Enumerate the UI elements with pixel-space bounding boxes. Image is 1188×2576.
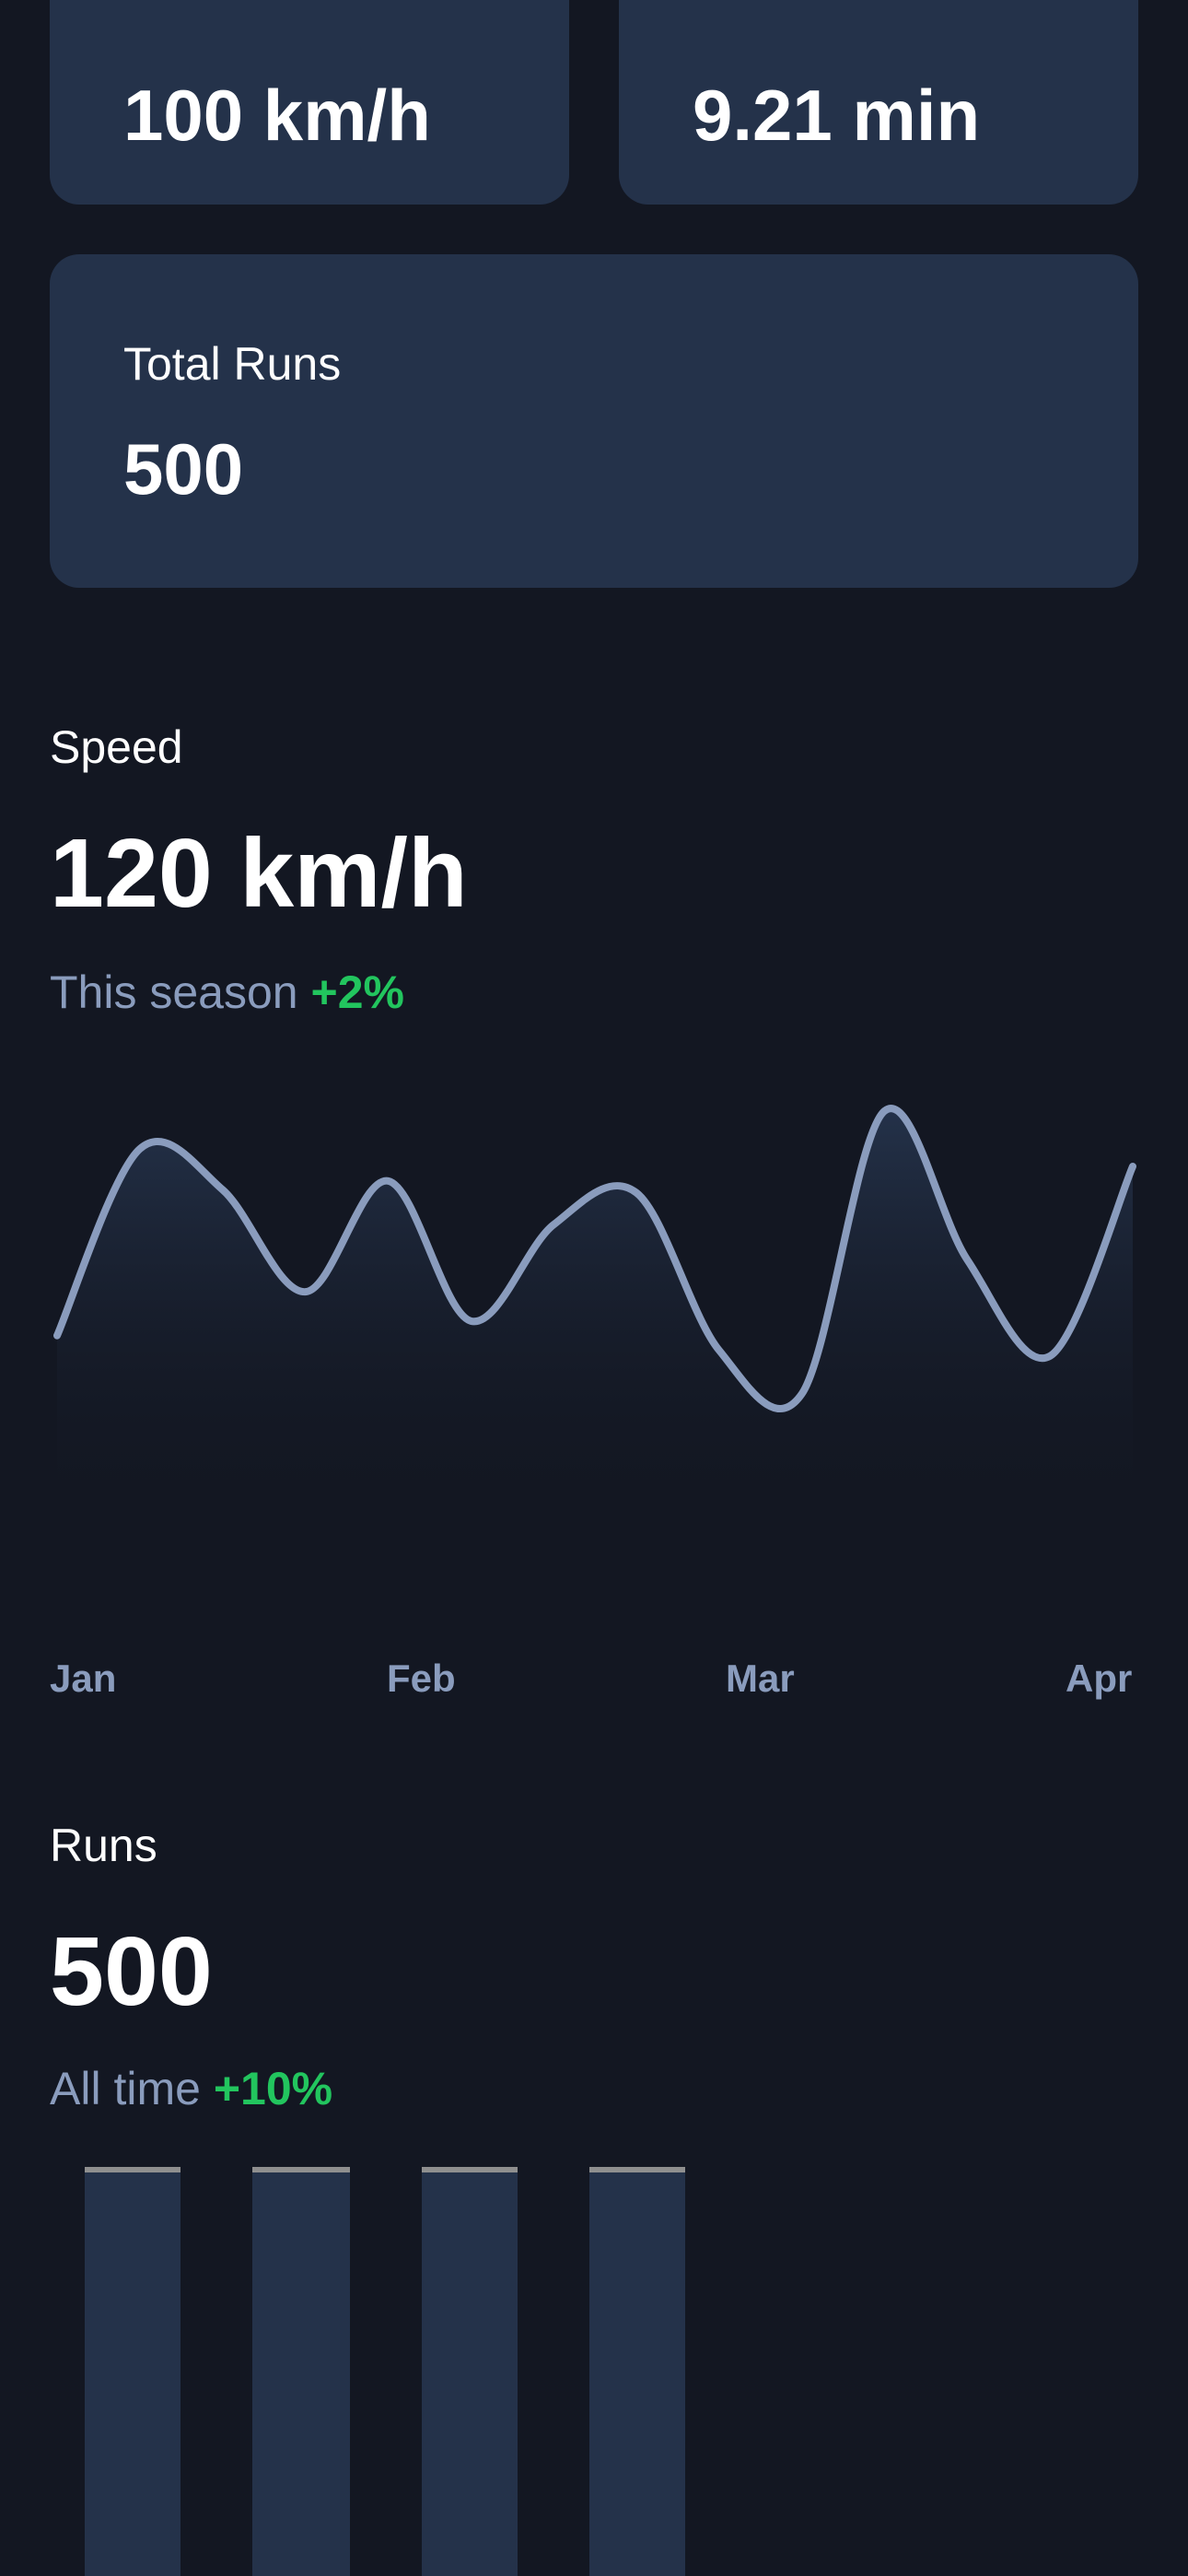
x-tick-label: Jan xyxy=(50,1657,117,1700)
total-runs-label: Total Runs xyxy=(123,338,342,390)
top-speed-card[interactable]: 100 km/h xyxy=(50,0,569,205)
avg-time-value: 9.21 min xyxy=(693,75,981,156)
app-screen: 100 km/h 9.21 min Total Runs 500 Speed 1… xyxy=(0,0,1188,2576)
runs-bar[interactable] xyxy=(422,2167,518,2576)
speed-label: Speed xyxy=(50,721,183,773)
runs-bar[interactable] xyxy=(252,2167,350,2576)
speed-delta: +2% xyxy=(310,966,404,1018)
runs-delta: +10% xyxy=(213,2063,333,2114)
speed-subline: This season +2% xyxy=(50,966,404,1019)
runs-bar[interactable] xyxy=(589,2167,685,2576)
x-tick-label: Mar xyxy=(726,1657,795,1700)
total-runs-card[interactable]: Total Runs 500 xyxy=(50,254,1138,588)
speed-period: This season xyxy=(50,966,298,1018)
runs-value: 500 xyxy=(50,1917,213,2026)
runs-subline: All time +10% xyxy=(50,2062,332,2115)
speed-area-fill xyxy=(57,1108,1133,1520)
runs-period: All time xyxy=(50,2063,201,2114)
speed-value: 120 km/h xyxy=(50,819,468,928)
total-runs-value: 500 xyxy=(123,428,244,509)
x-tick-label: Feb xyxy=(387,1657,456,1700)
x-tick-label: Apr xyxy=(1066,1657,1133,1700)
runs-bar[interactable] xyxy=(85,2167,181,2576)
avg-time-card[interactable]: 9.21 min xyxy=(619,0,1138,205)
top-speed-value: 100 km/h xyxy=(123,75,431,156)
runs-label: Runs xyxy=(50,1820,157,1871)
speed-line-chart[interactable] xyxy=(0,1060,1188,1520)
